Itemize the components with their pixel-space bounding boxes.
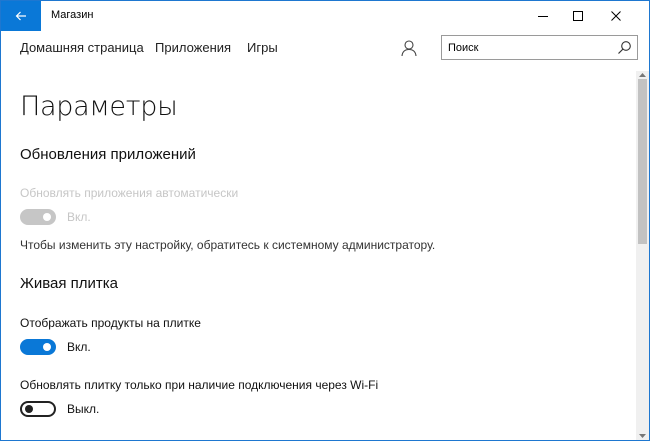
maximize-icon: [573, 11, 583, 21]
chevron-down-icon: [639, 434, 646, 438]
user-icon: [401, 40, 417, 57]
maximize-button[interactable]: [561, 1, 595, 31]
show-products-label: Отображать продукты на плитке: [20, 316, 201, 330]
top-navigation: Домашняя страница Приложения Игры: [1, 31, 649, 69]
title-bar: Магазин: [1, 1, 649, 31]
back-button[interactable]: [1, 1, 41, 31]
chevron-up-icon: [639, 73, 646, 77]
toggle-knob: [43, 213, 51, 221]
section-heading-live-tile: Живая плитка: [20, 275, 119, 292]
wifi-only-label: Обновлять плитку только при наличие подк…: [20, 378, 379, 392]
minimize-button[interactable]: [526, 1, 560, 31]
minimize-icon: [538, 16, 548, 17]
page-title: Параметры: [20, 91, 178, 122]
auto-update-label: Обновлять приложения автоматически: [20, 186, 239, 200]
nav-item-apps[interactable]: Приложения: [155, 40, 231, 55]
app-title: Магазин: [51, 9, 94, 21]
search-box: [441, 35, 638, 60]
admin-note: Чтобы изменить эту настройку, обратитесь…: [20, 238, 436, 252]
scroll-down-button[interactable]: [636, 432, 649, 440]
vertical-scrollbar[interactable]: [636, 71, 649, 440]
back-arrow-icon: [15, 11, 26, 21]
toggle-knob: [25, 405, 33, 413]
toggle-knob: [43, 343, 51, 351]
search-button[interactable]: [617, 40, 632, 55]
nav-item-home[interactable]: Домашняя страница: [20, 40, 144, 55]
search-input[interactable]: [448, 40, 608, 55]
section-heading-updates: Обновления приложений: [20, 146, 196, 163]
close-icon: [611, 11, 621, 21]
auto-update-toggle: [20, 209, 56, 225]
show-products-state: Вкл.: [67, 340, 91, 354]
nav-item-games[interactable]: Игры: [247, 40, 278, 55]
store-window: Магазин Домашняя страница Приложения Игр…: [0, 0, 650, 441]
wifi-only-state: Выкл.: [67, 402, 100, 416]
wifi-only-toggle[interactable]: [20, 401, 56, 417]
user-account-button[interactable]: [399, 38, 419, 58]
auto-update-state: Вкл.: [67, 210, 91, 224]
search-icon: [618, 41, 631, 54]
show-products-toggle[interactable]: [20, 339, 56, 355]
scroll-up-button[interactable]: [636, 71, 649, 79]
scrollbar-thumb[interactable]: [638, 79, 647, 244]
close-button[interactable]: [599, 1, 633, 31]
